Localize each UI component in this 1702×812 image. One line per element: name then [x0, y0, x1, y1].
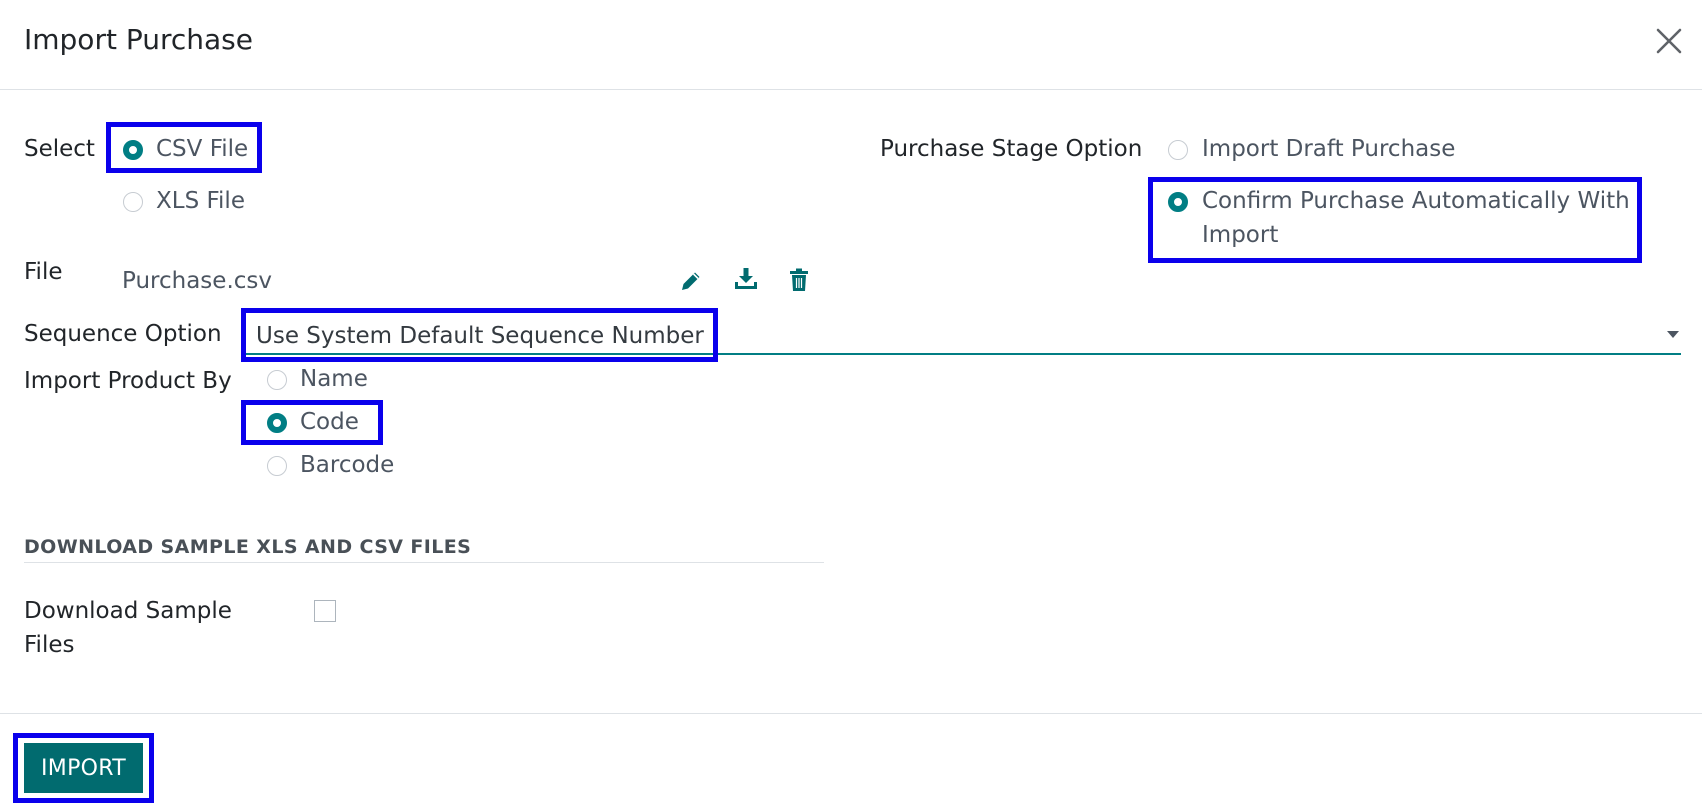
download-sample-checkbox[interactable] — [314, 600, 336, 622]
confirm-automatically-label-cont: Import — [1202, 222, 1279, 248]
dialog-title: Import Purchase — [24, 23, 253, 56]
csv-file-radio[interactable] — [123, 140, 143, 160]
purchase-stage-label: Purchase Stage Option — [880, 136, 1143, 162]
close-icon[interactable] — [1652, 24, 1686, 58]
section-divider — [24, 562, 824, 563]
dialog-header — [0, 0, 1702, 90]
sequence-select[interactable]: Use System Default Sequence Number — [256, 323, 704, 349]
import-button[interactable]: IMPORT — [24, 743, 143, 793]
download-samples-section-title: DOWNLOAD SAMPLE XLS AND CSV FILES — [24, 536, 472, 558]
chevron-down-icon[interactable] — [1667, 331, 1679, 338]
download-icon[interactable] — [733, 266, 759, 292]
confirm-automatically-label: Confirm Purchase Automatically With — [1202, 188, 1630, 214]
import-draft-radio[interactable] — [1168, 140, 1188, 160]
xls-file-radio[interactable] — [123, 192, 143, 212]
download-sample-files-label-cont: Files — [24, 632, 75, 658]
product-by-code-label: Code — [300, 409, 359, 435]
product-by-name-radio[interactable] — [267, 370, 287, 390]
product-by-code-radio[interactable] — [267, 413, 287, 433]
sequence-option-label: Sequence Option — [24, 321, 222, 347]
confirm-automatically-radio[interactable] — [1168, 192, 1188, 212]
product-by-barcode-radio[interactable] — [267, 456, 287, 476]
product-by-name-label: Name — [300, 366, 368, 392]
csv-file-label: CSV File — [156, 136, 249, 162]
footer-divider — [0, 713, 1702, 714]
file-name[interactable]: Purchase.csv — [122, 268, 272, 294]
trash-icon[interactable] — [786, 267, 812, 293]
import-draft-label: Import Draft Purchase — [1202, 136, 1456, 162]
product-by-barcode-label: Barcode — [300, 452, 395, 478]
import-product-by-label: Import Product By — [24, 368, 232, 394]
pencil-icon[interactable] — [678, 268, 704, 294]
xls-file-label: XLS File — [156, 188, 245, 214]
select-label: Select — [24, 136, 95, 162]
download-sample-files-label: Download Sample — [24, 598, 232, 624]
file-label: File — [24, 259, 63, 285]
